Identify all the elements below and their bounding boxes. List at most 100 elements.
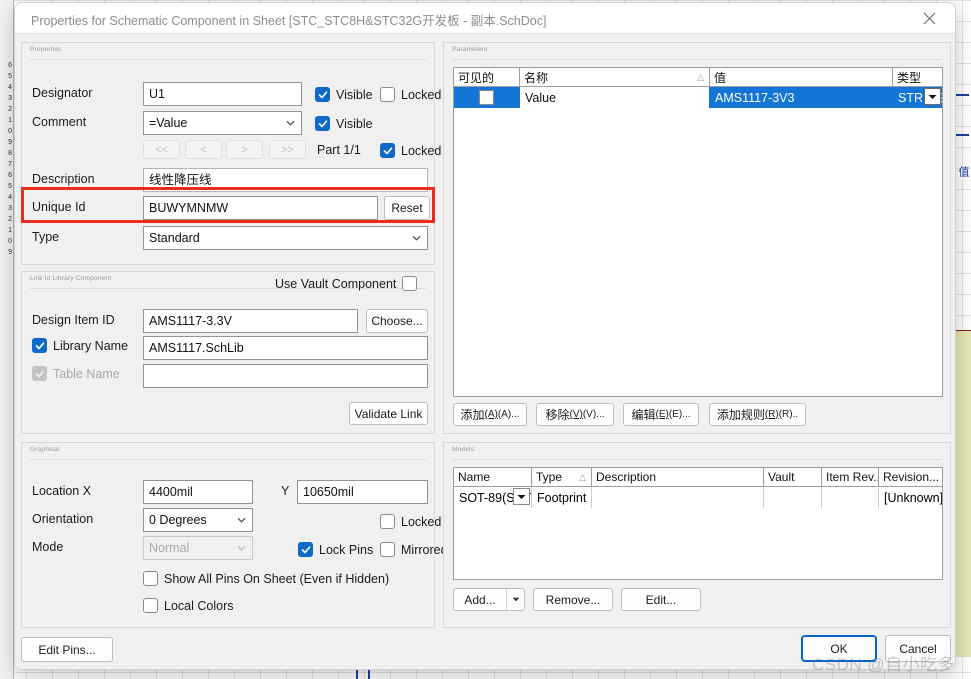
ruler-tick: 3 (8, 205, 12, 212)
parameters-remove-acc: (V) (569, 409, 583, 420)
models-add-button[interactable]: Add... (453, 588, 525, 611)
param-type-cell[interactable]: STRING (893, 87, 942, 108)
ruler-tick: 7 (8, 161, 12, 168)
library-name-input[interactable]: AMS1117.SchLib (143, 336, 428, 360)
designator-input[interactable]: U1 (143, 82, 302, 106)
designator-locked-checkbox[interactable]: Locked (380, 87, 441, 102)
parameters-edit-button[interactable]: 编辑 (E) (E)... (623, 403, 699, 426)
description-input[interactable]: 线性降压线 (143, 168, 428, 192)
col-header-value[interactable]: 值 (710, 68, 893, 86)
col-header-revision[interactable]: Revision... (879, 468, 942, 486)
param-visible-checkbox[interactable] (479, 90, 494, 105)
models-table-header: Name Type △ Description Vault Item Rev..… (454, 468, 942, 487)
description-label: Description (32, 172, 95, 186)
parameters-group: Parameters 可见的 名称 △ 值 类型 Value AMS1117-3… (443, 42, 951, 434)
part-first-button[interactable]: << (143, 140, 180, 159)
unique-id-input[interactable]: BUWYMNMW (143, 196, 378, 220)
parameters-add-rule-button[interactable]: 添加规则 (R) (R).. (709, 403, 806, 426)
param-visible-cell[interactable] (454, 87, 520, 108)
param-name-cell[interactable]: Value (520, 87, 710, 108)
col-header-item-rev[interactable]: Item Rev... (822, 468, 879, 486)
mode-combobox[interactable]: Normal (143, 536, 253, 560)
parameters-add-button[interactable]: 添加 (A) (A)... (453, 403, 527, 426)
show-all-pins-checkbox[interactable]: Show All Pins On Sheet (Even if Hidden) (143, 571, 389, 586)
col-header-vault[interactable]: Vault (764, 468, 822, 486)
parameters-table[interactable]: 可见的 名称 △ 值 类型 Value AMS1117-3V3 STRING (453, 67, 943, 397)
model-name-cell[interactable]: SOT-89(SOT (454, 487, 532, 508)
mirrored-label: Mirrored (401, 542, 448, 557)
local-colors-checkbox[interactable]: Local Colors (143, 598, 233, 613)
location-x-input[interactable]: 4400mil (143, 480, 253, 504)
graphical-locked-checkbox[interactable]: Locked (380, 514, 441, 529)
library-name-checkbox[interactable]: Library Name (32, 338, 128, 353)
lock-pins-label: Lock Pins (319, 542, 374, 557)
use-vault-component-checkbox[interactable]: Use Vault Component (275, 276, 418, 291)
parameters-edit-acc: (E) (655, 409, 669, 420)
location-y-input[interactable]: 10650mil (297, 480, 428, 504)
table-name-checkbox[interactable]: Table Name (32, 366, 120, 381)
model-item-rev-cell[interactable] (822, 487, 879, 508)
part-last-button[interactable]: >> (269, 140, 306, 159)
link-library-group-label: Link to Library Component (30, 275, 112, 282)
chevron-down-icon[interactable] (513, 488, 530, 505)
use-vault-component-label: Use Vault Component (275, 276, 397, 291)
checkbox-box (298, 542, 313, 557)
col-header-type[interactable]: Type △ (532, 468, 592, 486)
col-header-type[interactable]: 类型 (893, 68, 942, 86)
dialog-title: Properties for Schematic Component in Sh… (31, 14, 547, 28)
parameters-remove-button[interactable]: 移除 (V) (V)... (536, 403, 614, 426)
checkbox-box (315, 87, 330, 102)
parameters-add-pre: 添加 (460, 408, 485, 422)
models-edit-button[interactable]: Edit... (621, 588, 701, 611)
ruler-tick: 9 (8, 249, 12, 256)
designator-visible-label: Visible (336, 87, 373, 102)
model-revision-cell[interactable]: [Unknown] (879, 487, 942, 508)
comment-visible-checkbox[interactable]: Visible (315, 116, 373, 131)
table-row[interactable]: Value AMS1117-3V3 STRING (454, 87, 942, 108)
col-header-name[interactable]: 名称 △ (520, 68, 710, 86)
comment-combobox[interactable]: =Value (143, 111, 302, 135)
part-locked-checkbox[interactable]: Locked (380, 143, 441, 158)
col-header-visible[interactable]: 可见的 (454, 68, 520, 86)
schematic-vertical-ruler: 654321098765432109 (0, 0, 14, 679)
orientation-combobox[interactable]: 0 Degrees (143, 508, 253, 532)
checkbox-box (143, 571, 158, 586)
checkbox-box (380, 514, 395, 529)
chevron-down-icon[interactable] (506, 589, 524, 610)
table-name-input[interactable] (143, 364, 428, 388)
chevron-down-icon[interactable] (924, 88, 941, 105)
models-remove-button[interactable]: Remove... (533, 588, 613, 611)
unique-id-reset-button[interactable]: Reset (384, 196, 430, 220)
designator-visible-checkbox[interactable]: Visible (315, 87, 373, 102)
edit-pins-button[interactable]: Edit Pins... (21, 637, 113, 662)
design-item-id-input[interactable]: AMS1117-3.3V (143, 309, 358, 333)
orientation-label: Orientation (32, 512, 94, 526)
col-header-name[interactable]: Name (454, 468, 532, 486)
part-prev-button[interactable]: < (185, 140, 222, 159)
choose-button[interactable]: Choose... (366, 309, 428, 333)
dialog-titlebar: Properties for Schematic Component in Sh… (15, 3, 955, 33)
ruler-tick: 9 (8, 139, 12, 146)
models-table[interactable]: Name Type △ Description Vault Item Rev..… (453, 467, 943, 580)
parameters-table-header: 可见的 名称 △ 值 类型 (454, 68, 942, 87)
type-combobox[interactable]: Standard (143, 226, 428, 250)
param-value-cell[interactable]: AMS1117-3V3 (710, 87, 893, 108)
mirrored-checkbox[interactable]: Mirrored (380, 542, 448, 557)
location-label: Location X (32, 484, 92, 498)
part-next-button[interactable]: > (226, 140, 263, 159)
table-row[interactable]: SOT-89(SOT Footprint [Unknown] (454, 487, 942, 508)
close-icon[interactable] (909, 5, 949, 31)
properties-dialog: Properties for Schematic Component in Sh… (14, 2, 956, 670)
validate-link-button[interactable]: Validate Link (349, 402, 428, 425)
parameters-add-rule-pre: 添加规则 (716, 408, 765, 422)
parameters-group-label: Parameters (452, 46, 488, 53)
model-description-cell[interactable] (592, 487, 764, 508)
model-type-cell[interactable]: Footprint (532, 487, 592, 508)
model-vault-cell[interactable] (764, 487, 822, 508)
col-header-description[interactable]: Description (592, 468, 764, 486)
ruler-tick: 0 (8, 238, 12, 245)
type-label: Type (32, 230, 60, 244)
ruler-tick: 2 (8, 216, 12, 223)
chevron-down-icon (237, 516, 246, 525)
lock-pins-checkbox[interactable]: Lock Pins (298, 542, 373, 557)
